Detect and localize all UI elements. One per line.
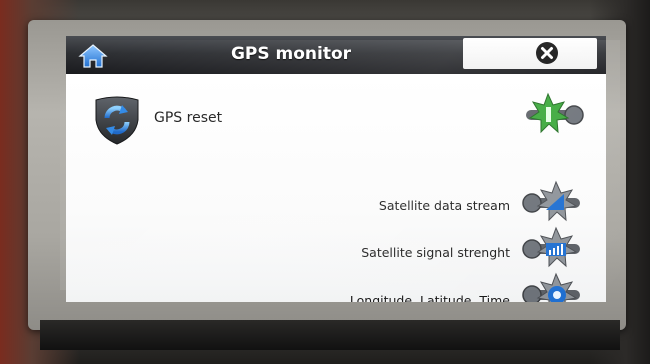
refresh-shield-icon xyxy=(95,96,139,145)
close-area xyxy=(463,38,597,69)
title-bar: GPS monitor xyxy=(66,36,606,74)
device-bezel-bottom xyxy=(40,320,620,350)
green-star-toggle-icon xyxy=(526,92,584,134)
gps-reset-button[interactable] xyxy=(92,94,142,146)
gps-monitor-screen: GPS monitor GPS reset Satellite data str… xyxy=(66,36,606,302)
location-icon xyxy=(522,272,580,302)
signal-bars-icon xyxy=(522,226,580,268)
satellite-signal-toggle[interactable] xyxy=(520,226,586,272)
option-label-satellite-signal: Satellite signal strenght xyxy=(361,245,510,260)
longitude-latitude-time-toggle[interactable] xyxy=(520,272,586,302)
close-button[interactable] xyxy=(534,40,560,66)
option-label-longitude-latitude-time: Longitude, Latitude, Time xyxy=(349,293,510,302)
settings-content: GPS reset Satellite data stream Satellit… xyxy=(66,74,606,302)
option-label-satellite-data-stream: Satellite data stream xyxy=(378,198,510,213)
close-icon xyxy=(536,42,558,64)
gps-reset-toggle[interactable] xyxy=(520,92,586,138)
page-title: GPS monitor xyxy=(230,44,352,64)
satellite-stream-icon xyxy=(522,180,580,222)
satellite-data-stream-toggle[interactable] xyxy=(520,180,586,226)
gps-reset-label: GPS reset xyxy=(154,110,223,126)
